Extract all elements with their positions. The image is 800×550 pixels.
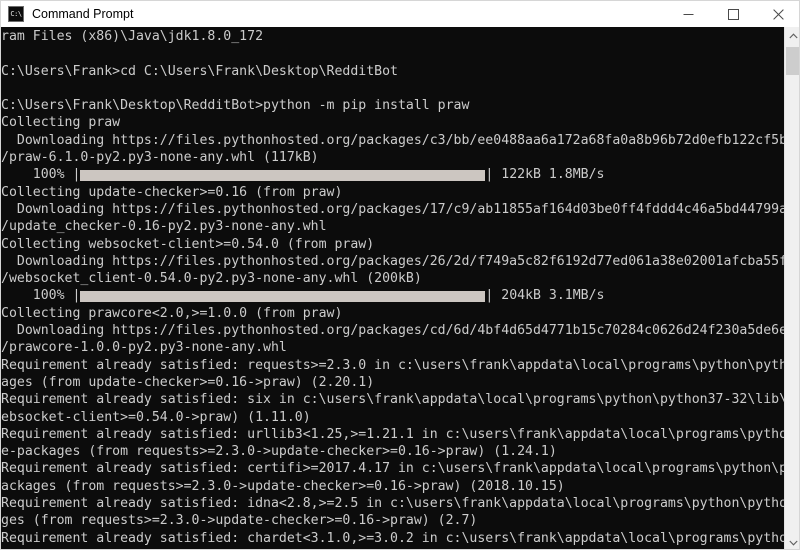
progress-percent-label: 100% xyxy=(1,167,73,183)
progress-bar-fill xyxy=(80,169,486,181)
chevron-up-icon xyxy=(788,32,798,38)
progress-bar-left-bracket: | xyxy=(72,167,81,183)
progress-bar-right-bracket: | xyxy=(485,167,494,183)
scroll-down-button[interactable] xyxy=(785,534,799,549)
console-output-area[interactable]: ram Files (x86)\Java\jdk1.8.0_172 C:\User… xyxy=(1,27,784,549)
download-progress-line: 100% | | 122kB 1.8MB/s xyxy=(1,166,784,183)
maximize-icon xyxy=(728,8,739,20)
console-line: Collecting update-checker>=0.16 (from pr… xyxy=(1,184,343,200)
console-line: Downloading https://files.pythonhosted.o… xyxy=(16,132,784,148)
minimize-icon xyxy=(683,13,694,15)
progress-percent-label: 100% xyxy=(1,288,73,304)
console-line: C:\Users\Frank\Desktop\RedditBot>python … xyxy=(1,98,470,114)
progress-stats: 204kB 3.1MB/s xyxy=(493,288,605,304)
command-prompt-window: C:\ Command Prompt ram Files (x86)\Java\… xyxy=(0,0,800,550)
console-line: Downloading https://files.pythonhosted.o… xyxy=(16,201,784,217)
console-line: Requirement already satisfied: requests>… xyxy=(1,357,784,373)
console-line: Requirement already satisfied: six in c:… xyxy=(1,392,784,408)
command-prompt-icon: C:\ xyxy=(8,6,24,22)
maximize-button[interactable] xyxy=(711,1,756,27)
progress-bar-left-bracket: | xyxy=(72,288,81,304)
close-icon xyxy=(773,8,784,20)
title-bar[interactable]: C:\ Command Prompt xyxy=(1,1,799,27)
console-line: ram Files (x86)\Java\jdk1.8.0_172 xyxy=(1,29,264,44)
console-lines: ram Files (x86)\Java\jdk1.8.0_172 C:\User… xyxy=(1,28,784,549)
progress-bar-fill xyxy=(80,290,486,302)
console-line: Collecting praw xyxy=(1,115,121,131)
close-button[interactable] xyxy=(756,1,799,27)
console-line: Requirement already satisfied: certifi>=… xyxy=(1,461,784,477)
progress-bar-right-bracket: | xyxy=(485,288,494,304)
console-line: /websocket_client-0.54.0-py2.py3-none-an… xyxy=(1,271,422,287)
scrollbar-thumb[interactable] xyxy=(786,47,799,75)
console-line: ebsocket-client>=0.54.0->praw) (1.11.0) xyxy=(1,409,311,425)
console-line: /prawcore-1.0.0-py2.py3-none-any.whl xyxy=(1,340,287,356)
console-line: Collecting websocket-client>=0.54.0 (fro… xyxy=(1,236,375,252)
console-line: Requirement already satisfied: urllib3<1… xyxy=(1,426,784,442)
console-line: Requirement already satisfied: chardet<3… xyxy=(1,530,784,546)
console-line: ages (from update-checker>=0.16->praw) (… xyxy=(1,374,375,390)
progress-stats: 122kB 1.8MB/s xyxy=(493,167,605,183)
scroll-up-button[interactable] xyxy=(785,27,799,44)
console-line: ges (from requests>=2.3.0->update-checke… xyxy=(1,513,478,529)
chevron-down-icon xyxy=(788,540,798,546)
console-line: e-packages (from requests>=2.3.0->update… xyxy=(1,444,557,460)
download-progress-line: 100% | | 204kB 3.1MB/s xyxy=(1,287,784,304)
console-line: Collecting prawcore<2.0,>=1.0.0 (from pr… xyxy=(1,305,343,321)
vertical-scrollbar[interactable] xyxy=(784,27,799,549)
console-line: /update_checker-0.16-py2.py3-none-any.wh… xyxy=(1,219,327,235)
minimize-button[interactable] xyxy=(666,1,711,27)
console-line: /praw-6.1.0-py2.py3-none-any.whl (117kB) xyxy=(1,150,319,166)
console-line: Downloading https://files.pythonhosted.o… xyxy=(16,323,784,339)
console-line: Requirement already satisfied: idna<2.8,… xyxy=(1,496,784,512)
console-line: Downloading https://files.pythonhosted.o… xyxy=(16,253,784,269)
console-line: C:\Users\Frank>cd C:\Users\Frank\Desktop… xyxy=(1,63,398,79)
window-title: Command Prompt xyxy=(32,7,134,21)
console-line: ackages (from requests>=2.3.0->update-ch… xyxy=(1,478,565,494)
title-bar-left: C:\ Command Prompt xyxy=(1,6,666,22)
